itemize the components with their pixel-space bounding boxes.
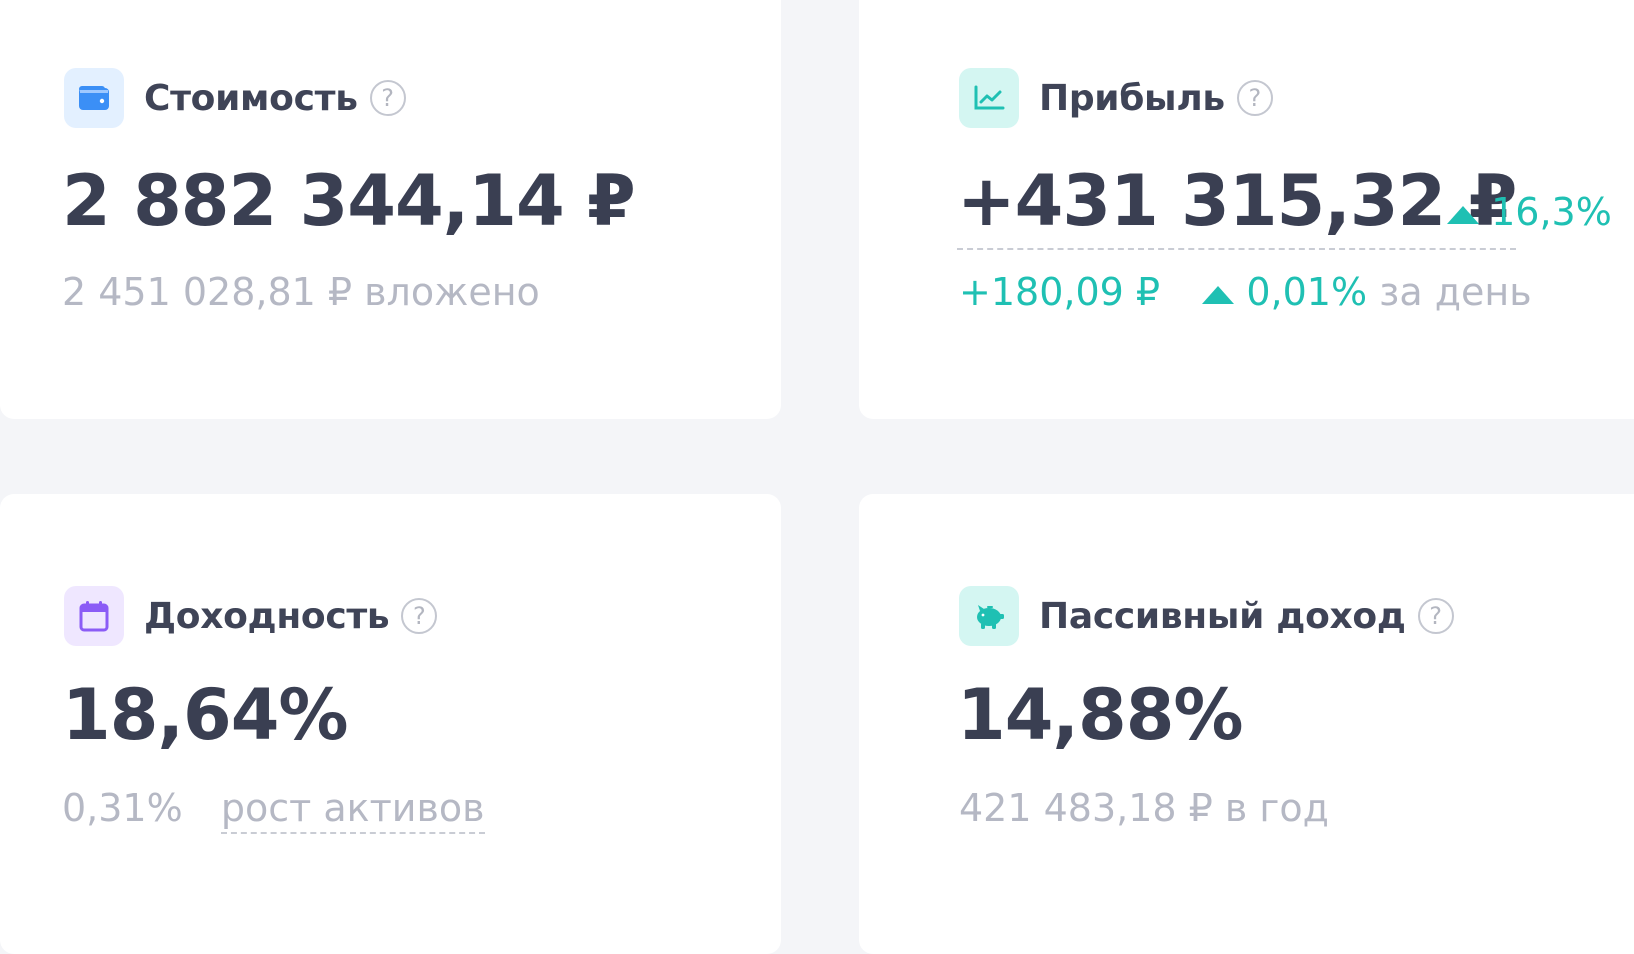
invested-amount: 2 451 028,81 ₽ вложено <box>62 270 540 314</box>
passive-income-card: Пассивный доход ? 14,88% 421 483,18 ₽ в … <box>859 494 1634 954</box>
passive-percent: 14,88% <box>957 674 1244 756</box>
profit-card-header: Прибыль ? <box>959 68 1273 128</box>
help-icon[interactable]: ? <box>1236 80 1273 116</box>
day-amount: +180,09 ₽ <box>959 270 1161 314</box>
help-icon[interactable]: ? <box>401 598 438 634</box>
arrow-up-icon <box>1202 285 1235 304</box>
day-percent: 0,01% <box>1246 270 1368 314</box>
portfolio-value: 2 882 344,14 ₽ <box>62 160 636 242</box>
asset-growth: 0,31% рост активов <box>62 786 485 834</box>
piggy-bank-icon <box>959 586 1019 646</box>
profit-change: 16,3% <box>1447 190 1612 234</box>
yield-card: Доходность ? 18,64% 0,31% рост активов <box>0 494 781 954</box>
value-card-header: Стоимость ? <box>64 68 406 128</box>
calendar-icon <box>64 586 124 646</box>
value-card-title: Стоимость <box>144 77 358 119</box>
arrow-up-icon <box>1447 205 1479 224</box>
wallet-icon <box>64 68 124 128</box>
value-card: Стоимость ? 2 882 344,14 ₽ 2 451 028,81 … <box>0 0 781 419</box>
help-icon[interactable]: ? <box>369 80 406 116</box>
profit-day: +180,09 ₽ 0,01% за день <box>959 270 1532 314</box>
growth-label[interactable]: рост активов <box>220 786 485 834</box>
profit-card-title: Прибыль <box>1039 77 1225 119</box>
day-label: за день <box>1379 270 1532 314</box>
profit-amount[interactable]: +431 315,32 ₽ <box>957 160 1517 250</box>
yield-card-title: Доходность <box>144 595 390 637</box>
profit-change-percent: 16,3% <box>1491 190 1612 234</box>
yield-percent: 18,64% <box>62 674 349 756</box>
growth-percent: 0,31% <box>62 786 183 830</box>
passive-per-year: 421 483,18 ₽ в год <box>959 786 1329 830</box>
help-icon[interactable]: ? <box>1417 598 1454 634</box>
chart-line-icon <box>959 68 1019 128</box>
profit-card: Прибыль ? +431 315,32 ₽ 16,3% +180,09 ₽ … <box>859 0 1634 419</box>
passive-card-title: Пассивный доход <box>1039 595 1406 637</box>
yield-card-header: Доходность ? <box>64 586 438 646</box>
passive-card-header: Пассивный доход ? <box>959 586 1454 646</box>
